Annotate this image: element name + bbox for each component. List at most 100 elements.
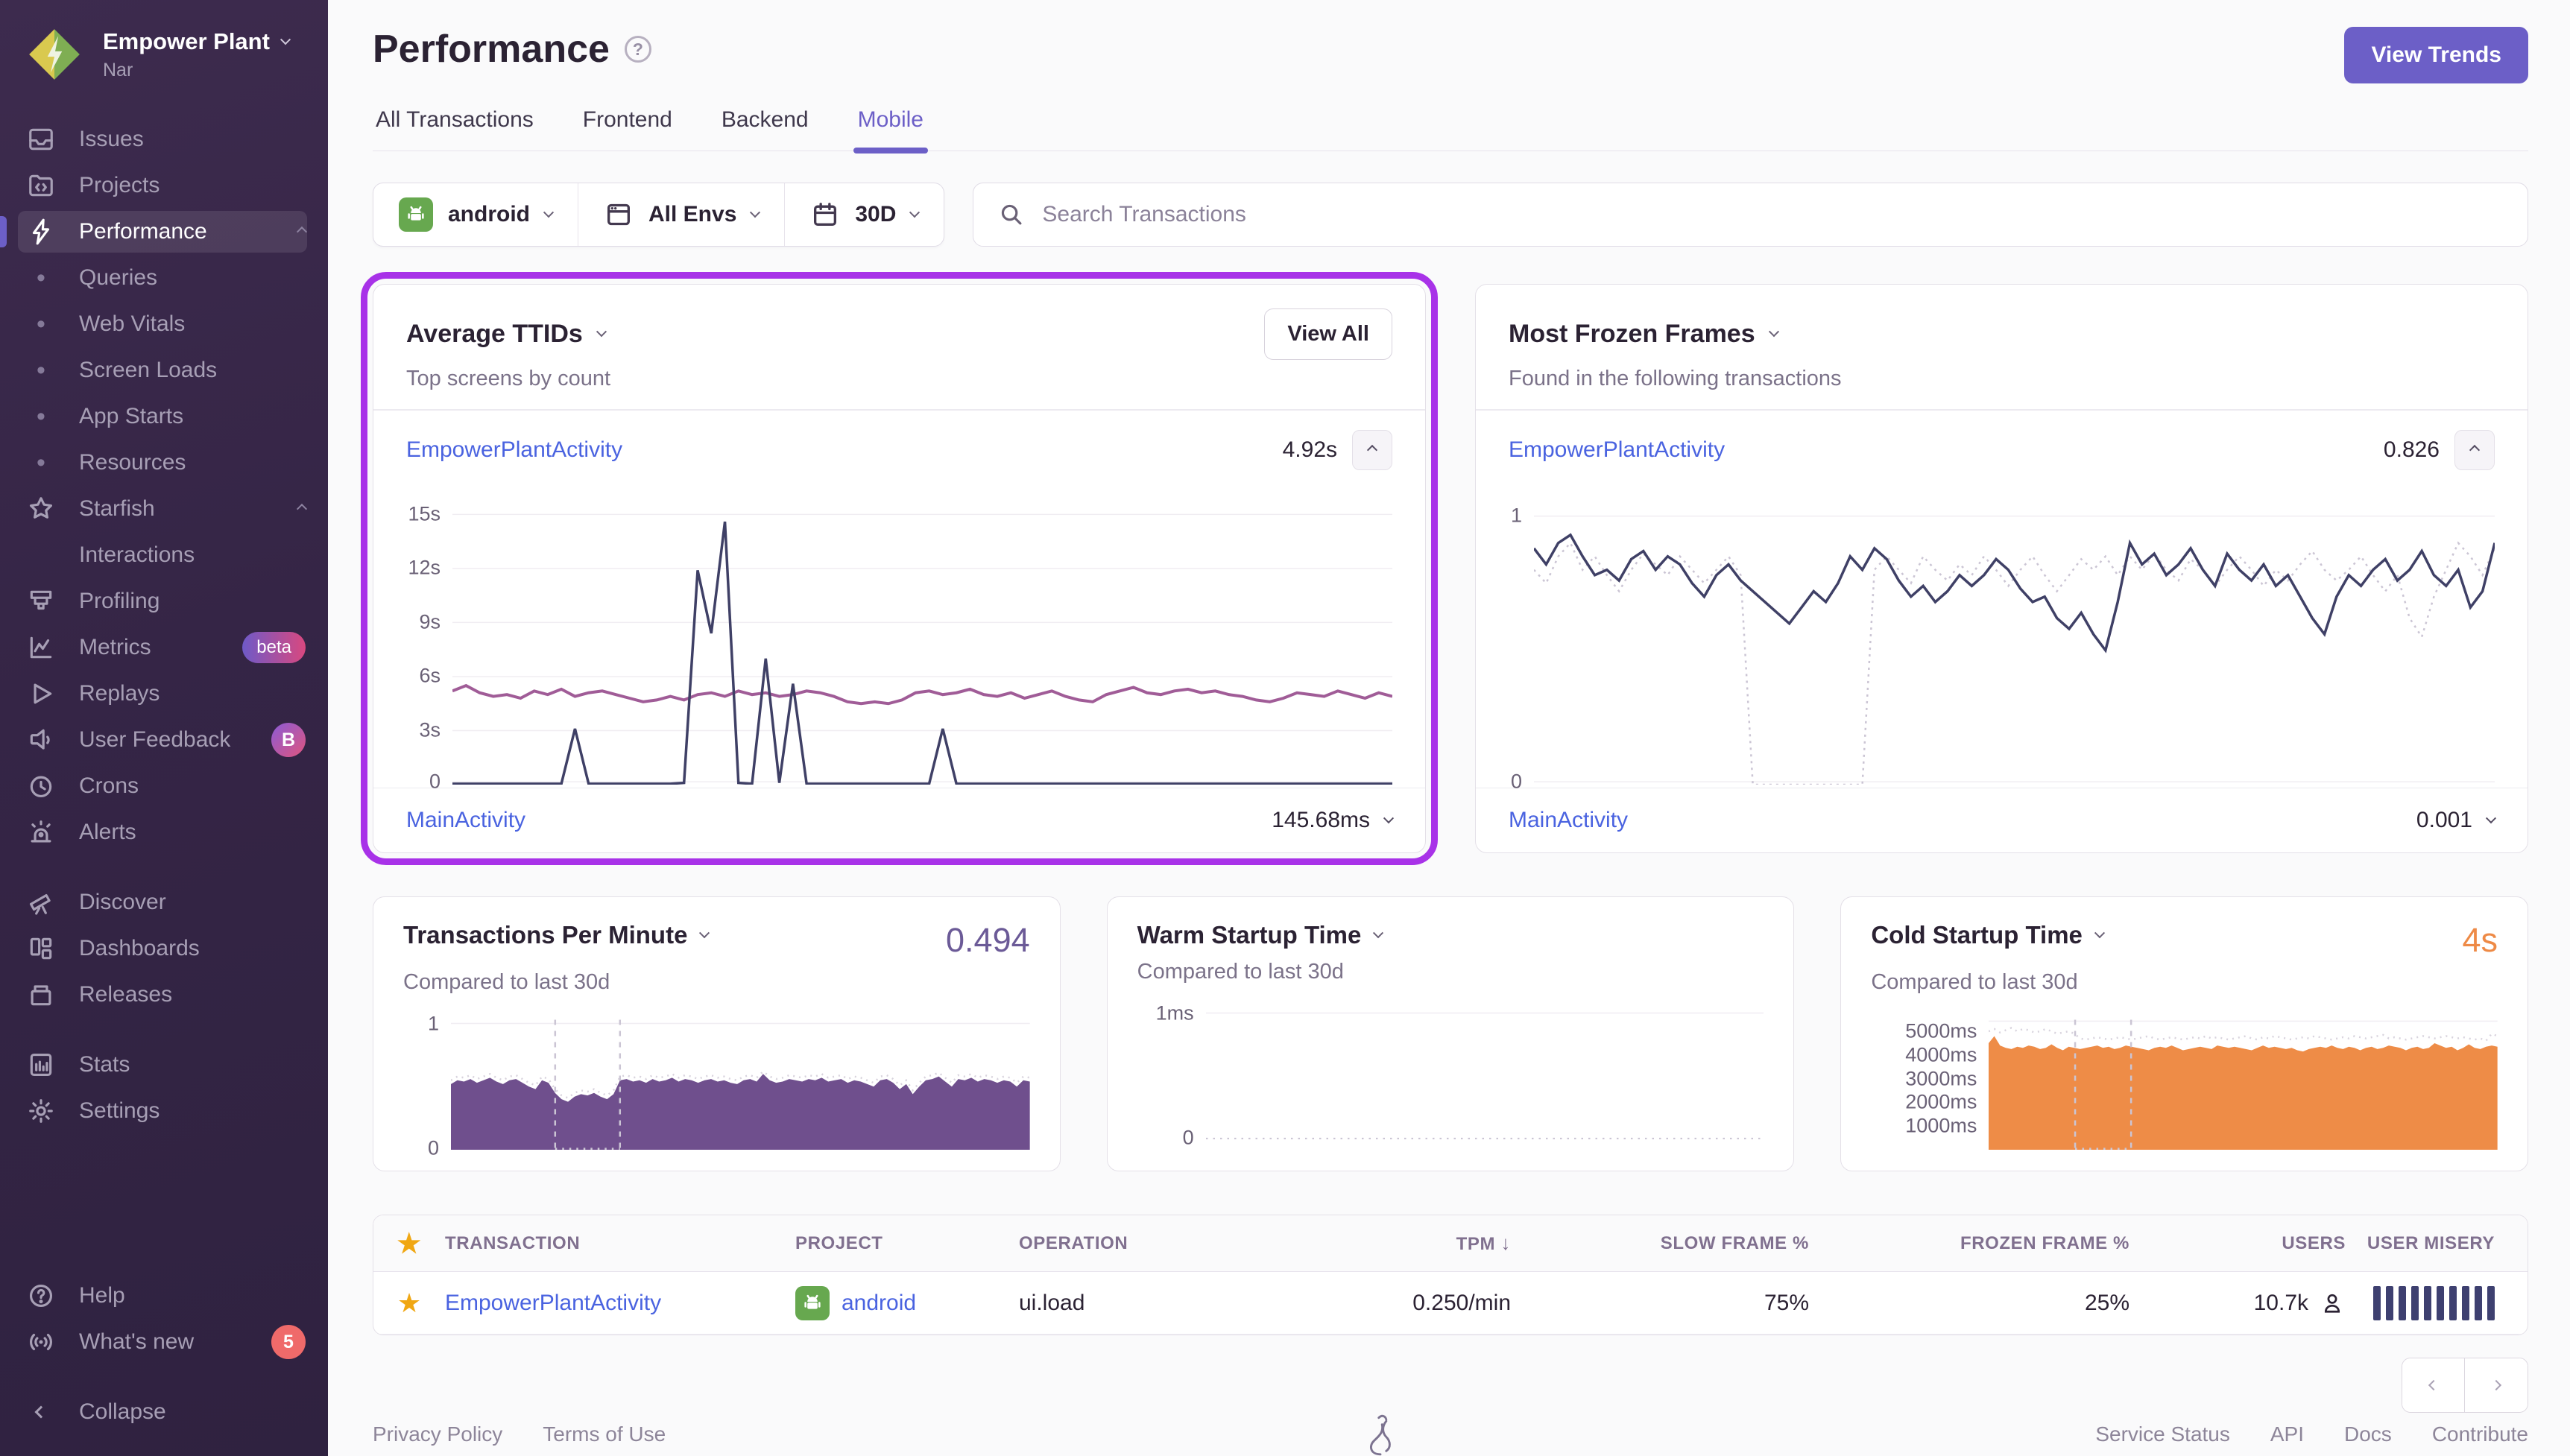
sidebar-item-settings[interactable]: Settings [0,1088,328,1134]
chevron-down-icon [750,207,760,218]
sidebar-item-crons[interactable]: Crons [0,763,328,809]
bullet-icon [25,356,57,385]
transaction-link[interactable]: MainActivity [1509,808,1628,833]
sidebar-item-label: Performance [79,219,207,244]
sidebar-item-releases[interactable]: Releases [0,972,328,1018]
project-link[interactable]: android [795,1286,1019,1320]
star-icon [25,495,57,523]
panel-title: Average TTIDs [406,320,583,349]
chevron-down-icon [909,207,920,218]
date-range-filter[interactable]: 30D [784,183,944,246]
sidebar-item-label: Starfish [79,496,155,522]
sort-desc-icon [1500,1234,1511,1254]
sidebar-item-stats[interactable]: Stats [0,1042,328,1088]
sidebar-item-issues[interactable]: Issues [0,116,328,162]
api-link[interactable]: API [2270,1422,2304,1446]
sidebar-item-whats-new[interactable]: What's new 5 [0,1319,328,1365]
sidebar-item-screen-loads[interactable]: Screen Loads [0,347,328,393]
ttid-chart: 15s12s9s6s3s0 [373,490,1425,788]
tab-all-transactions[interactable]: All Transactions [373,103,537,151]
collapse-row-button[interactable] [2454,430,2495,470]
contribute-link[interactable]: Contribute [2432,1422,2528,1446]
tab-frontend[interactable]: Frontend [580,103,675,151]
sidebar-item-app-starts[interactable]: App Starts [0,393,328,440]
sidebar-collapse-button[interactable]: Collapse [0,1389,328,1435]
sidebar-item-label: Screen Loads [79,358,217,383]
column-header-transaction[interactable]: TRANSACTION [445,1233,795,1254]
column-header-user-misery[interactable]: USER MISERY [2346,1233,2528,1254]
sidebar-item-starfish[interactable]: Starfish [0,486,328,532]
sidebar-item-user-feedback[interactable]: User Feedback B [0,717,328,763]
search-input[interactable] [1042,202,2504,227]
sidebar-item-dashboards[interactable]: Dashboards [0,925,328,972]
sidebar-item-label: Interactions [79,542,195,568]
metric-value: 145.68ms [1272,808,1370,833]
chevron-down-icon[interactable] [596,326,607,337]
siren-icon [25,818,57,846]
view-all-button[interactable]: View All [1264,308,1392,360]
sidebar-item-label: Settings [79,1098,160,1124]
b-badge: B [271,723,306,757]
view-trends-button[interactable]: View Trends [2344,27,2528,83]
project-filter[interactable]: android [373,183,578,246]
service-status-link[interactable]: Service Status [2095,1422,2230,1446]
chevron-down-icon[interactable] [1373,928,1383,938]
sidebar-item-metrics[interactable]: Metrics beta [0,624,328,671]
column-header-tpm[interactable]: TPM [1265,1232,1511,1255]
sidebar-item-performance[interactable]: Performance [0,209,328,255]
column-header-users[interactable]: USERS [2129,1233,2346,1254]
panel-title: Warm Startup Time [1137,921,1362,949]
project-filter-value: android [448,202,530,227]
android-icon [795,1286,830,1320]
sidebar-item-web-vitals[interactable]: Web Vitals [0,301,328,347]
expand-row-button[interactable] [1385,817,1392,824]
chevron-down-icon[interactable] [2094,928,2105,938]
sidebar-item-help[interactable]: Help [0,1273,328,1319]
chevron-right-icon [2491,1380,2501,1390]
sidebar-item-replays[interactable]: Replays [0,671,328,717]
tab-backend[interactable]: Backend [719,103,812,151]
sidebar-item-resources[interactable]: Resources [0,440,328,486]
sidebar-item-interactions[interactable]: Interactions [0,532,328,578]
sidebar-item-queries[interactable]: Queries [0,255,328,301]
chevron-down-icon[interactable] [699,928,710,938]
metric-value: 0.494 [946,921,1030,960]
next-page-button[interactable] [2465,1358,2528,1412]
sidebar-item-profiling[interactable]: Profiling [0,578,328,624]
transaction-link[interactable]: EmpowerPlantActivity [1509,437,1725,463]
environment-filter[interactable]: All Envs [578,183,784,246]
tpm-chart: 10 [403,1017,1030,1150]
transaction-link[interactable]: EmpowerPlantActivity [445,1291,795,1316]
sidebar-item-projects[interactable]: Projects [0,162,328,209]
previous-page-button[interactable] [2402,1358,2465,1412]
terms-of-use-link[interactable]: Terms of Use [543,1422,666,1446]
column-header-project[interactable]: PROJECT [795,1233,1019,1254]
pagination [2402,1358,2528,1413]
collapse-row-button[interactable] [1352,430,1392,470]
gear-icon [25,1097,57,1125]
table-row: EmpowerPlantActivity android ui.load 0.2… [373,1272,2528,1335]
sidebar-item-alerts[interactable]: Alerts [0,809,328,855]
notification-badge: 5 [271,1325,306,1359]
column-header-frozen-frame[interactable]: FROZEN FRAME % [1809,1233,2129,1254]
metric-value: 0.001 [2416,808,2472,833]
sidebar-item-label: Crons [79,773,139,799]
megaphone-icon [25,726,57,754]
expand-row-button[interactable] [2487,817,2495,824]
help-tooltip-icon[interactable] [625,36,651,63]
tab-mobile[interactable]: Mobile [855,103,926,151]
column-header-operation[interactable]: OPERATION [1019,1233,1265,1254]
chevron-up-icon [2469,444,2480,455]
transaction-link[interactable]: EmpowerPlantActivity [406,437,622,463]
transactions-per-minute-panel: Transactions Per Minute 0.494 Compared t… [373,896,1061,1171]
privacy-policy-link[interactable]: Privacy Policy [373,1422,502,1446]
chevron-down-icon[interactable] [1769,326,1779,337]
column-header-slow-frame[interactable]: SLOW FRAME % [1511,1233,1809,1254]
sidebar-item-label: Metrics [79,635,151,660]
transaction-link[interactable]: MainActivity [406,808,525,833]
org-switcher[interactable]: Empower Plant Nar [0,25,328,83]
docs-link[interactable]: Docs [2344,1422,2392,1446]
panel-subtitle: Compared to last 30d [1871,970,2498,995]
sidebar-item-discover[interactable]: Discover [0,879,328,925]
star-toggle[interactable] [373,1288,445,1319]
